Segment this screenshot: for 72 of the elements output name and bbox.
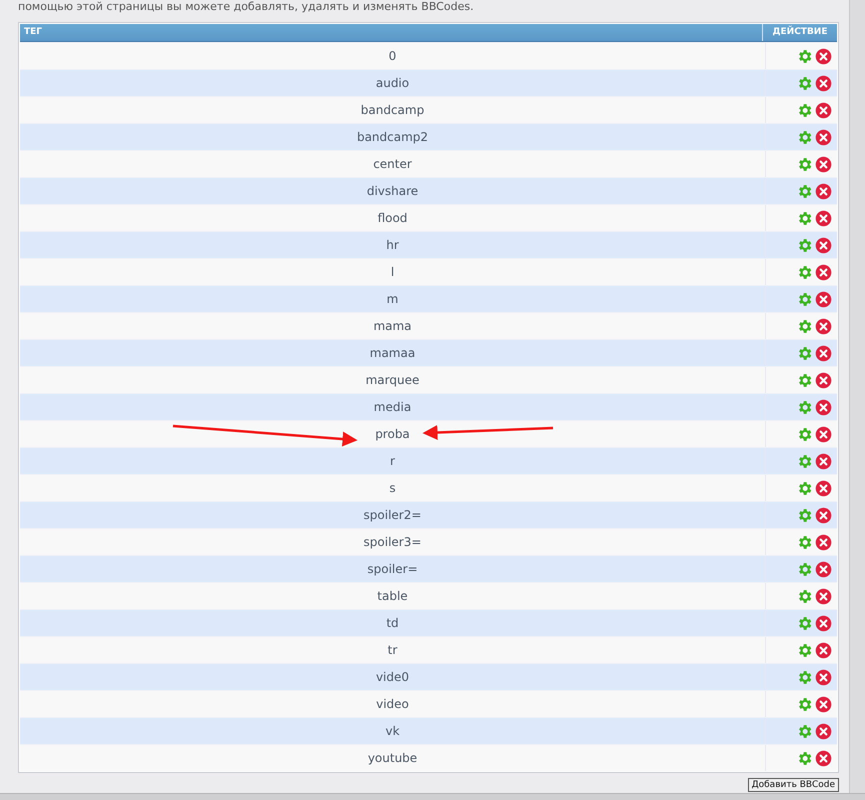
settings-icon[interactable]: [796, 426, 813, 442]
column-header: ДЕЙСТВИЕ: [762, 24, 837, 41]
delete-icon[interactable]: [815, 506, 832, 524]
delete-icon[interactable]: [815, 182, 832, 200]
settings-icon[interactable]: [796, 264, 813, 280]
settings-icon[interactable]: [796, 588, 813, 604]
delete-icon[interactable]: [815, 426, 832, 442]
delete-icon[interactable]: [815, 74, 832, 92]
settings-icon[interactable]: [796, 750, 813, 766]
add-bbcode-button[interactable]: Добавить BBCode: [748, 778, 839, 792]
settings-icon[interactable]: [796, 318, 813, 334]
delete-icon[interactable]: [815, 290, 832, 308]
settings-icon[interactable]: [796, 102, 813, 118]
tag-text: m: [386, 291, 398, 307]
tag-text: video: [376, 696, 409, 712]
delete-icon[interactable]: [815, 156, 832, 172]
tag-text: spoiler=: [367, 561, 418, 577]
delete-icon[interactable]: [815, 318, 832, 334]
settings-icon[interactable]: [796, 372, 813, 388]
tag-text: proba: [375, 426, 410, 442]
column-header: ТЕГ: [23, 26, 44, 39]
tag-text: mamaa: [370, 345, 416, 361]
tag-text: center: [373, 156, 412, 172]
settings-icon[interactable]: [796, 210, 813, 226]
tag-text: spoiler3=: [364, 534, 422, 550]
tag-text: media: [374, 399, 412, 415]
tag-text: td: [386, 615, 399, 631]
delete-icon[interactable]: [815, 48, 832, 64]
tag-text: 0: [388, 48, 396, 64]
tag-text: spoiler2=: [364, 507, 422, 523]
delete-icon[interactable]: [815, 696, 832, 712]
settings-icon[interactable]: [796, 480, 813, 496]
delete-icon[interactable]: [815, 534, 832, 550]
tag-text: hr: [386, 237, 399, 253]
tag-text: mama: [373, 318, 412, 334]
delete-icon[interactable]: [815, 264, 832, 280]
tag-text: tr: [388, 642, 398, 658]
delete-icon[interactable]: [815, 344, 832, 362]
tag-text: l: [390, 264, 394, 280]
tag-text: youtube: [368, 750, 418, 766]
delete-icon[interactable]: [815, 750, 832, 766]
delete-icon[interactable]: [815, 398, 832, 416]
tag-text: r: [390, 453, 395, 469]
tag-text: bandcamp: [360, 102, 424, 118]
settings-icon[interactable]: [796, 156, 813, 172]
tag-text: vk: [385, 723, 400, 739]
settings-icon[interactable]: [796, 48, 813, 64]
delete-icon[interactable]: [815, 560, 832, 578]
settings-icon[interactable]: [796, 534, 813, 550]
tag-text: flood: [378, 210, 408, 226]
delete-icon[interactable]: [815, 236, 832, 254]
tag-text: s: [389, 480, 396, 496]
tag-text: marquee: [366, 372, 420, 388]
intro-text: помощью этой страницы вы можете добавлять, удалять и изменять BBCodes.: [18, 0, 475, 14]
delete-icon[interactable]: [815, 668, 832, 686]
delete-icon[interactable]: [815, 102, 832, 118]
delete-icon[interactable]: [815, 480, 832, 496]
delete-icon[interactable]: [815, 210, 832, 226]
tag-text: divshare: [366, 183, 418, 199]
delete-icon[interactable]: [815, 128, 832, 146]
settings-icon[interactable]: [796, 696, 813, 712]
tag-text: vide0: [376, 669, 410, 685]
delete-icon[interactable]: [815, 722, 832, 740]
delete-icon[interactable]: [815, 614, 832, 632]
delete-icon[interactable]: [815, 452, 832, 470]
delete-icon[interactable]: [815, 372, 832, 388]
tag-text: audio: [376, 75, 410, 91]
settings-icon[interactable]: [796, 642, 813, 658]
tag-text: table: [377, 588, 408, 604]
delete-icon[interactable]: [815, 642, 832, 658]
tag-text: bandcamp2: [356, 129, 428, 145]
delete-icon[interactable]: [815, 588, 832, 604]
